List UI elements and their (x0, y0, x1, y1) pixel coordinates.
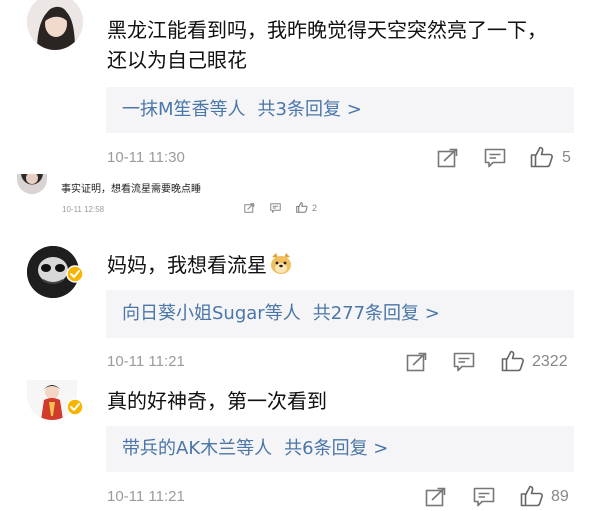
reply-author-link[interactable]: 一抹M笙香 (122, 99, 210, 120)
reply-count-link[interactable]: 共3条回复 > (258, 99, 362, 120)
reply-others-label: 等人 (209, 99, 246, 120)
comment-icon[interactable] (270, 203, 281, 213)
like-count: 2322 (532, 353, 568, 370)
comment-body: 妈妈，我想看流星 (107, 253, 267, 277)
thumbs-up-icon[interactable] (520, 485, 544, 507)
doge-emoji (271, 253, 291, 274)
forward-icon[interactable] (437, 148, 459, 168)
forward-icon[interactable] (406, 352, 428, 372)
comment-icon[interactable] (453, 352, 475, 372)
avatar[interactable] (27, 0, 83, 50)
forward-icon[interactable] (244, 203, 255, 213)
reply-count-link[interactable]: 共277条回复 > (313, 303, 440, 324)
timestamp: 10-11 11:21 (107, 488, 185, 505)
comment-icon[interactable] (484, 148, 506, 168)
thumbs-up-icon[interactable] (501, 350, 525, 372)
timestamp: 10-11 11:21 (107, 353, 185, 370)
comment-text: 妈妈，我想看流星 (107, 250, 293, 280)
reply-summary[interactable]: 带兵的AK木兰等人 共6条回复 > (106, 426, 574, 472)
timestamp: 10-11 12:58 (62, 205, 105, 214)
avatar-image (27, 0, 83, 50)
avatar[interactable] (17, 174, 47, 194)
reply-others-label: 等人 (264, 303, 301, 324)
comment-text: 黑龙江能看到吗，我昨晚觉得天空突然亮了一下， (107, 18, 547, 42)
comment-text: 还以为自己眼花 (107, 48, 247, 72)
reply-others-label: 等人 (236, 438, 273, 459)
reply-count-link[interactable]: 共6条回复 > (284, 438, 388, 459)
reply-summary[interactable]: 向日葵小姐Sugar等人 共277条回复 > (106, 290, 574, 338)
reply-summary[interactable]: 一抹M笙香等人 共3条回复 > (106, 87, 574, 133)
comment-text: 事实证明，想看流星需要晚点睡 (61, 184, 201, 195)
like-count: 2 (312, 203, 318, 213)
comment-icon[interactable] (473, 487, 495, 507)
reply-author-link[interactable]: 带兵的AK木兰 (122, 438, 236, 459)
reply-author-link[interactable]: 向日葵小姐Sugar (122, 303, 265, 324)
like-count: 89 (551, 488, 569, 505)
thumbs-up-icon[interactable] (530, 146, 554, 168)
like-count: 5 (562, 149, 571, 166)
comment-text: 真的好神奇，第一次看到 (107, 389, 327, 413)
verified-badge-icon (66, 398, 84, 416)
verified-badge-icon (66, 265, 84, 283)
avatar-image (17, 174, 47, 194)
thumbs-up-icon[interactable] (296, 202, 308, 213)
forward-icon[interactable] (425, 487, 447, 507)
timestamp: 10-11 11:30 (107, 149, 185, 166)
